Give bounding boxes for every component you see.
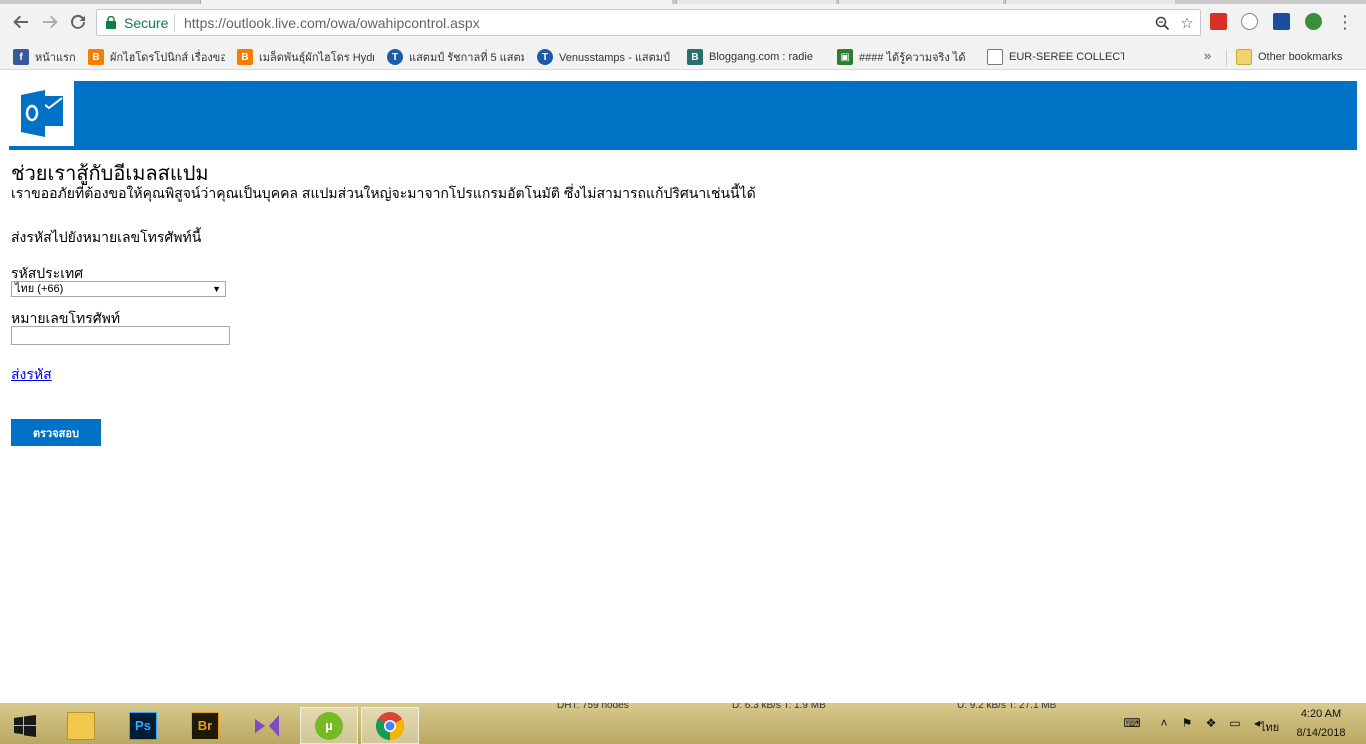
bookmark-label: #### ได้รู้ความจริง ได้ <box>859 52 966 64</box>
bookmarks-overflow-button[interactable]: » <box>1204 48 1211 63</box>
tab[interactable] <box>1005 0 1175 4</box>
zoom-icon[interactable] <box>1153 14 1171 32</box>
facebook-icon: f <box>13 49 29 65</box>
outlook-logo[interactable] <box>9 81 74 146</box>
outlook-header-banner <box>9 81 1357 150</box>
bookmarks-divider <box>1226 50 1227 66</box>
extension-red-icon[interactable] <box>1210 13 1227 30</box>
reload-button[interactable] <box>67 11 89 33</box>
bookmark-item[interactable]: B เมล็ดพันธุ์ผักไฮโดร Hydr <box>237 48 374 66</box>
extension-globe-icon[interactable] <box>1305 13 1322 30</box>
url-text[interactable]: https://outlook.live.com/owa/owahipcontr… <box>184 15 480 31</box>
bookmark-item[interactable]: f หน้าแรก <box>13 48 77 66</box>
image-icon: ▣ <box>837 49 853 65</box>
utorrent-status-dht: DHT: 759 nodes <box>557 703 629 710</box>
omnibox-divider <box>174 14 175 32</box>
extension-bookmark-icon[interactable] <box>1273 13 1290 30</box>
phone-number-input[interactable] <box>11 326 230 345</box>
show-hidden-icons-chevron-icon[interactable]: ˄ <box>1157 716 1171 730</box>
browser-toolbar: Secure https://outlook.live.com/owa/owah… <box>0 0 1366 44</box>
bookmark-label: ผักไฮโดรโปนิกส์ เรื่องของ <box>110 52 225 64</box>
t-circle-icon: T <box>387 49 403 65</box>
menu-icon[interactable]: ⋮ <box>1334 11 1356 33</box>
clock-date[interactable]: 8/14/2018 <box>1293 727 1349 739</box>
visual-studio-icon <box>255 714 279 737</box>
keyboard-icon[interactable]: ⌨ <box>1118 716 1146 730</box>
utorrent-status-upload: U: 9.2 kB/s T: 27.1 MB <box>957 703 1057 710</box>
secure-label: Secure <box>124 15 169 31</box>
blogger-icon: B <box>88 49 104 65</box>
forward-arrow-icon <box>43 15 58 29</box>
windows-logo-icon <box>14 714 36 737</box>
taskbar-utorrent[interactable]: µ <box>300 707 358 744</box>
bookmark-item[interactable]: EUR-SEREE COLLECTI <box>987 48 1124 66</box>
bookmark-item[interactable]: B Bloggang.com : radie <box>687 48 824 66</box>
other-bookmarks-label: Other bookmarks <box>1258 51 1343 63</box>
start-button[interactable] <box>0 707 50 744</box>
bookmarks-bar: f หน้าแรก B ผักไฮโดรโปนิกส์ เรื่องของ B … <box>0 44 1366 70</box>
other-bookmarks[interactable]: Other bookmarks <box>1236 48 1361 66</box>
bookmark-label: Venusstamps - แสตมป์ <box>559 52 670 64</box>
bookmark-label: เมล็ดพันธุ์ผักไฮโดร Hydr <box>259 52 374 64</box>
taskbar-photoshop[interactable]: Ps <box>114 707 172 744</box>
bridge-icon: Br <box>191 711 219 740</box>
taskbar-bridge[interactable]: Br <box>176 707 234 744</box>
page-icon <box>987 49 1003 65</box>
taskbar-chrome[interactable] <box>361 707 419 744</box>
bookmark-label: EUR-SEREE COLLECTI <box>1009 51 1124 63</box>
tab[interactable] <box>676 0 836 4</box>
t-circle-icon: T <box>537 49 553 65</box>
bookmark-label: แสตมป์ รัชกาลที่ 5 แสตม <box>409 52 524 64</box>
blogger-icon: B <box>237 49 253 65</box>
bookmark-label: หน้าแรก <box>35 52 76 64</box>
folder-icon <box>1236 49 1252 65</box>
tab[interactable] <box>838 0 1003 4</box>
send-code-instruction: ส่งรหัสไปยังหมายเลขโทรศัพท์นี้ <box>11 229 202 245</box>
reload-icon <box>71 14 85 29</box>
network-icon[interactable]: ▭ <box>1228 716 1242 730</box>
dropdown-arrow-icon: ▼ <box>212 284 221 294</box>
taskbar-file-explorer[interactable] <box>52 707 110 744</box>
utorrent-icon: µ <box>315 711 343 740</box>
back-arrow-icon <box>13 15 28 29</box>
country-code-value: ไทย (+66) <box>15 283 64 295</box>
back-button[interactable] <box>10 11 32 33</box>
lock-icon <box>106 16 116 29</box>
forward-button[interactable] <box>39 11 61 33</box>
send-code-link[interactable]: ส่งรหัส <box>11 364 52 386</box>
taskbar-visual-studio[interactable] <box>238 707 296 744</box>
photoshop-icon: Ps <box>129 711 157 740</box>
bookmark-item[interactable]: B ผักไฮโดรโปนิกส์ เรื่องของ <box>88 48 225 66</box>
active-tab[interactable] <box>200 0 672 4</box>
address-bar[interactable]: Secure https://outlook.live.com/owa/owah… <box>96 9 1201 36</box>
action-center-flag-icon[interactable]: ⚑ <box>1180 716 1194 730</box>
bookmark-star-icon[interactable]: ☆ <box>1178 14 1196 32</box>
dropbox-icon[interactable]: ❖ <box>1204 716 1218 730</box>
extension-eye-icon[interactable] <box>1241 13 1258 30</box>
bookmark-item[interactable]: T แสตมป์ รัชกาลที่ 5 แสตม <box>387 48 524 66</box>
bookmark-item[interactable]: T Venusstamps - แสตมป์ <box>537 48 674 66</box>
country-code-select[interactable]: ไทย (+66) ▼ <box>11 281 226 297</box>
bloggang-icon: B <box>687 49 703 65</box>
page-description: เราขออภัยที่ต้องขอให้คุณพิสูจน์ว่าคุณเป็… <box>11 185 756 201</box>
bookmark-item[interactable]: ▣ #### ได้รู้ความจริง ได้ <box>837 48 974 66</box>
utorrent-status-download: D: 6.3 kB/s T: 1.9 MB <box>732 703 826 710</box>
verify-button[interactable]: ตรวจสอบ <box>11 419 101 446</box>
clock-time[interactable]: 4:20 AM <box>1293 708 1349 720</box>
chrome-icon <box>376 711 404 740</box>
outlook-logo-icon <box>21 90 63 137</box>
file-explorer-icon <box>67 711 95 740</box>
bookmark-label: Bloggang.com : radie <box>709 51 813 63</box>
input-language[interactable]: ไทย <box>1260 718 1279 736</box>
